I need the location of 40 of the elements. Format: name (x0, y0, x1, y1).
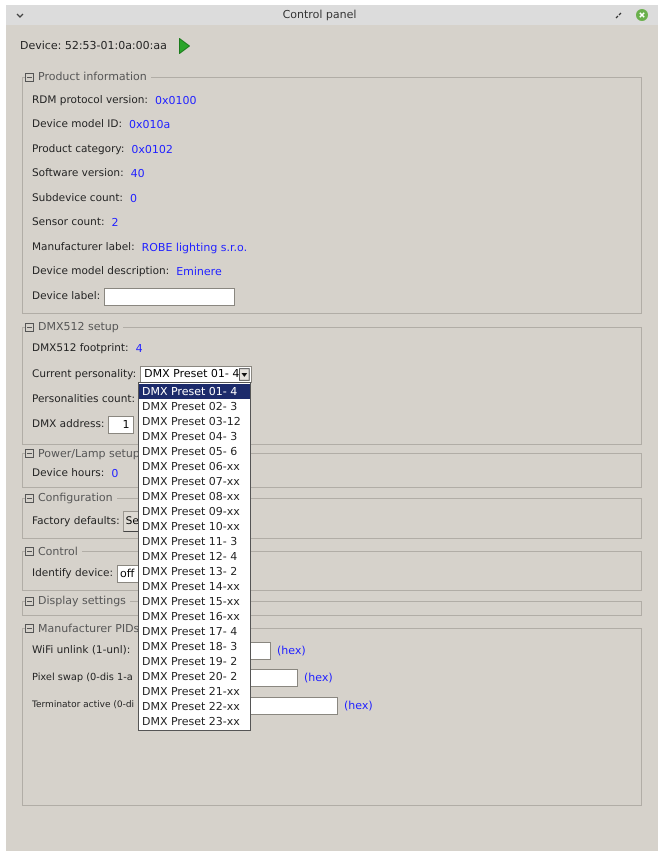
group-title: DMX512 setup (38, 319, 119, 335)
hex-suffix: (hex) (304, 670, 333, 686)
field-label: Device model description: (32, 264, 170, 280)
field-label: Device label: (32, 288, 100, 304)
value-text: 40 (130, 166, 145, 182)
value-text: 0 (130, 190, 137, 206)
value-text: ROBE lighting s.r.o. (142, 240, 248, 256)
group-title: Manufacturer PIDs (38, 620, 140, 637)
window-title: Control panel (282, 6, 358, 23)
field-label: DMX address: (32, 417, 104, 432)
group-title: Configuration (38, 490, 113, 506)
value-text: 2 (112, 215, 118, 231)
device-id-text: Device: 52:53-01:0a:00:aa (20, 38, 167, 54)
field-label: Software version: (32, 166, 124, 182)
value-text: 0x0102 (131, 142, 173, 158)
hex-suffix: (hex) (344, 698, 373, 714)
field-label: Personalities count: (32, 392, 136, 407)
field-label: Device hours: (32, 466, 104, 482)
field-label: Manufacturer label: (32, 240, 135, 255)
field-label: Device model ID: (32, 117, 122, 132)
value-text: Eminere (176, 264, 222, 280)
value-text: 0x0100 (154, 92, 196, 108)
field-label: Pixel swap (0-dis 1-a (32, 671, 133, 686)
value-text: 4 (136, 340, 143, 357)
field-label: Subdevice count: (32, 190, 123, 206)
field-label: DMX512 footprint: (32, 341, 129, 356)
group-title: Display settings (38, 593, 126, 610)
field-label: Factory defaults: (32, 514, 120, 529)
field-label: Sensor count: (32, 215, 104, 230)
field-label: Product category: (32, 142, 124, 157)
field-label: Identify device: (32, 566, 114, 582)
field-label: WiFi unlink (1-unl): (32, 643, 130, 658)
field-label: RDM protocol version: (32, 92, 148, 108)
group-title: Product information (38, 69, 147, 85)
field-label: Terminator active (0-di (32, 699, 134, 712)
group-title: Control (38, 544, 78, 560)
hex-suffix: (hex) (277, 642, 306, 659)
value-text: 0 (111, 466, 118, 482)
value-text: 0x010a (129, 117, 170, 133)
field-label: Current personality: (32, 366, 136, 382)
